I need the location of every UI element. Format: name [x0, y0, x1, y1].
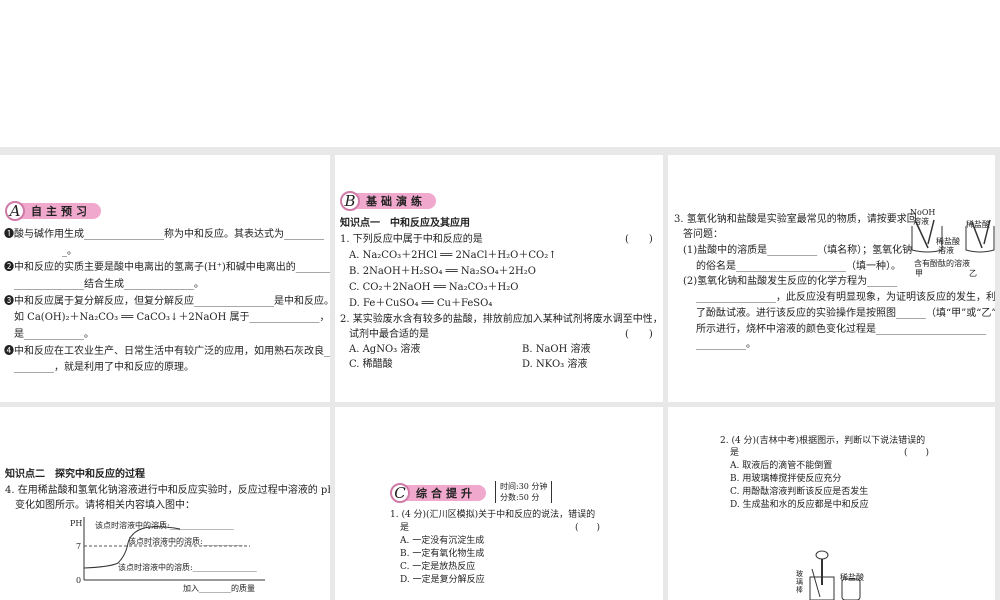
text-line: ❷中和反应的实质主要是酸中电离出的氢离子(H⁺)和碱中电离出的________ [4, 262, 330, 273]
label-yi: 乙 [969, 269, 977, 278]
panel-question-3: 3. 氢氧化钠和盐酸是实验室最常见的物质，请按要求回 答问题： (1)盐酸中的溶… [668, 155, 995, 402]
question-1-cont: 是 [400, 523, 410, 533]
option: A. 取液后的滴管不能倒置 [730, 461, 833, 471]
option: C. 用酚酞溶液判断该反应是否发生 [730, 487, 869, 497]
label-jia: 甲 [915, 269, 923, 278]
text-line: 的俗名是______________________（填一种）。 [696, 261, 901, 272]
option: C. 稀醋酸 [349, 359, 393, 370]
answer-paren: ( ) [575, 523, 601, 533]
option: A. 一定没有沉淀生成 [400, 536, 485, 546]
text-line: ________________，此反应没有明显现象，为证明该反应的发生，利用 [696, 292, 995, 303]
knowledge-point-title: 知识点一 中和反应及其应用 [340, 218, 470, 229]
x-axis-label: 加入________的质量 [183, 584, 255, 593]
option: A. Na₂CO₃＋2HCl ══ 2NaCl＋H₂O＋CO₂↑ [349, 250, 557, 261]
answer-paren: ( ) [625, 234, 653, 245]
time-score-box: 时间:30 分钟 分数:50 分 [495, 481, 553, 503]
section-letter: C [390, 483, 410, 503]
question-4-cont: 变化如图所示。请将相关内容填入图中： [15, 500, 195, 511]
option: B. 2NaOH＋H₂SO₄ ══ Na₂SO₄＋2H₂O [349, 266, 536, 277]
option: D. NKO₃ 溶液 [522, 359, 588, 370]
question-2-cont: 试剂中最合适的是 [349, 329, 429, 340]
question-1: 1. (4 分)(汇川区模拟)关于中和反应的说法，错误的 [390, 510, 596, 520]
knowledge-point-title: 知识点二 探究中和反应的过程 [5, 469, 145, 480]
option: A. AgNO₃ 溶液 [349, 344, 421, 355]
panel-knowledge-point-2: 知识点二 探究中和反应的过程 4. 在用稀盐酸和氢氧化钠溶液进行中和反应实验时，… [0, 407, 330, 600]
text-line: ❶酸与碱作用生成________________称为中和反应。其表达式为____… [4, 229, 324, 240]
text-line: (1)盐酸中的溶质是__________（填名称）；氢氧化钠 [683, 245, 913, 256]
label-hcl-mid-solution: 溶液 [938, 246, 954, 255]
annotation-mid: 该点时溶液中的溶质:__________ [128, 537, 243, 546]
text-line: 如 Ca(OH)₂＋Na₂CO₃ ══ CaCO₃↓＋2NaOH 属于_____… [14, 312, 330, 323]
question-2: 2. 某实验废水含有较多的盐酸，排放前应加入某种试剂将废水调至中性，下列 [340, 314, 663, 325]
score: 分数:50 分 [500, 493, 540, 502]
label-phenolphthalein: 含有酚酞的溶液 [914, 259, 970, 268]
section-title: 综合提升 [404, 485, 486, 501]
section-title: 自主预习 [19, 203, 101, 219]
panel-preview: A 自主预习 ❶酸与碱作用生成________________称为中和反应。其表… [0, 155, 330, 402]
label-naoh-solution: 溶液 [913, 217, 929, 226]
question-1: 1. 下列反应中属于中和反应的是 [340, 234, 483, 245]
option: B. 用玻璃棒搅拌使反应充分 [730, 474, 842, 484]
annotation-bottom: 该点时溶液中的溶质:________________ [118, 563, 257, 572]
answer-paren: ( ) [625, 329, 653, 340]
option: B. 一定有氧化物生成 [400, 549, 485, 559]
label-hcl-mid: 稀盐酸 [936, 237, 960, 246]
question-2: 2. (4 分)(吉林中考)根据图示，判断以下说法错误的 [720, 436, 926, 446]
option: D. Fe＋CuSO₄ ══ Cu＋FeSO₄ [349, 298, 493, 309]
label-glass-rod: 玻璃棒 [796, 570, 803, 594]
text-line: __________。 [696, 339, 756, 350]
option: C. 一定是放热反应 [400, 562, 476, 572]
section-a-header: A 自主预习 [5, 201, 101, 221]
text-line: ❸中和反应属于复分解反应，但复分解反应________________是中和反应… [4, 296, 330, 307]
answer-paren: ( ) [904, 448, 930, 458]
y-tick-0: 0 [76, 576, 82, 585]
gray-band-v3 [995, 147, 1000, 600]
time-limit: 时间:30 分钟 [500, 482, 548, 491]
text-line: 了酚酞试液。进行该反应的实验操作是按照图______（填“甲”或“乙”） [696, 308, 995, 319]
panel-question-2: 2. (4 分)(吉林中考)根据图示，判断以下说法错误的 是 ( ) A. 取液… [668, 407, 995, 600]
text-line: 答问题： [683, 229, 723, 240]
option: B. NaOH 溶液 [522, 344, 591, 355]
section-c-header: C 综合提升 [390, 483, 486, 503]
label-dilute-hcl: 稀盐酸 [840, 573, 864, 582]
text-line: (2)氢氧化钠和盐酸发生反应的化学方程为______ [683, 276, 898, 287]
y-tick-7: 7 [76, 542, 82, 551]
label-hcl: 稀盐酸 [966, 220, 990, 229]
text-line: ______________结合生成______________。 [14, 279, 204, 290]
gray-band-top [0, 147, 1000, 155]
question-4: 4. 在用稀盐酸和氢氧化钠溶液进行中和反应实验时，反应过程中溶液的 pH [5, 485, 330, 496]
option: D. 生成盐和水的反应都是中和反应 [730, 500, 869, 510]
question-2-cont: 是 [730, 448, 740, 458]
panel-basic-practice: B 基础演练 知识点一 中和反应及其应用 1. 下列反应中属于中和反应的是 ( … [335, 155, 663, 402]
text-line: ❹中和反应在工农业生产、日常生活中有较广泛的应用，如用熟石灰改良____ [4, 346, 330, 357]
label-naoh: NoOH [910, 208, 936, 217]
text-line: 是____________。 [14, 329, 94, 340]
text-line: ________，就是利用了中和反应的原理。 [14, 362, 194, 373]
text-line: 所示进行，烧杯中溶液的颜色变化过程是______________________ [696, 324, 986, 335]
panel-comprehensive: C 综合提升 时间:30 分钟 分数:50 分 1. (4 分)(汇川区模拟)关… [335, 407, 663, 600]
option: D. 一定是复分解反应 [400, 575, 485, 585]
section-letter: A [5, 201, 25, 221]
section-title: 基础演练 [354, 193, 436, 209]
section-b-header: B 基础演练 [340, 191, 436, 211]
option: C. CO₂＋2NaOH ══ Na₂CO₃＋H₂O [349, 282, 519, 293]
annotation-top: 该点时溶液中的溶质:________________ [95, 521, 234, 530]
text-line: _。 [62, 246, 77, 257]
y-axis-label: PH [70, 519, 83, 528]
section-letter: B [340, 191, 360, 211]
text-line: 3. 氢氧化钠和盐酸是实验室最常见的物质，请按要求回 [674, 214, 917, 225]
